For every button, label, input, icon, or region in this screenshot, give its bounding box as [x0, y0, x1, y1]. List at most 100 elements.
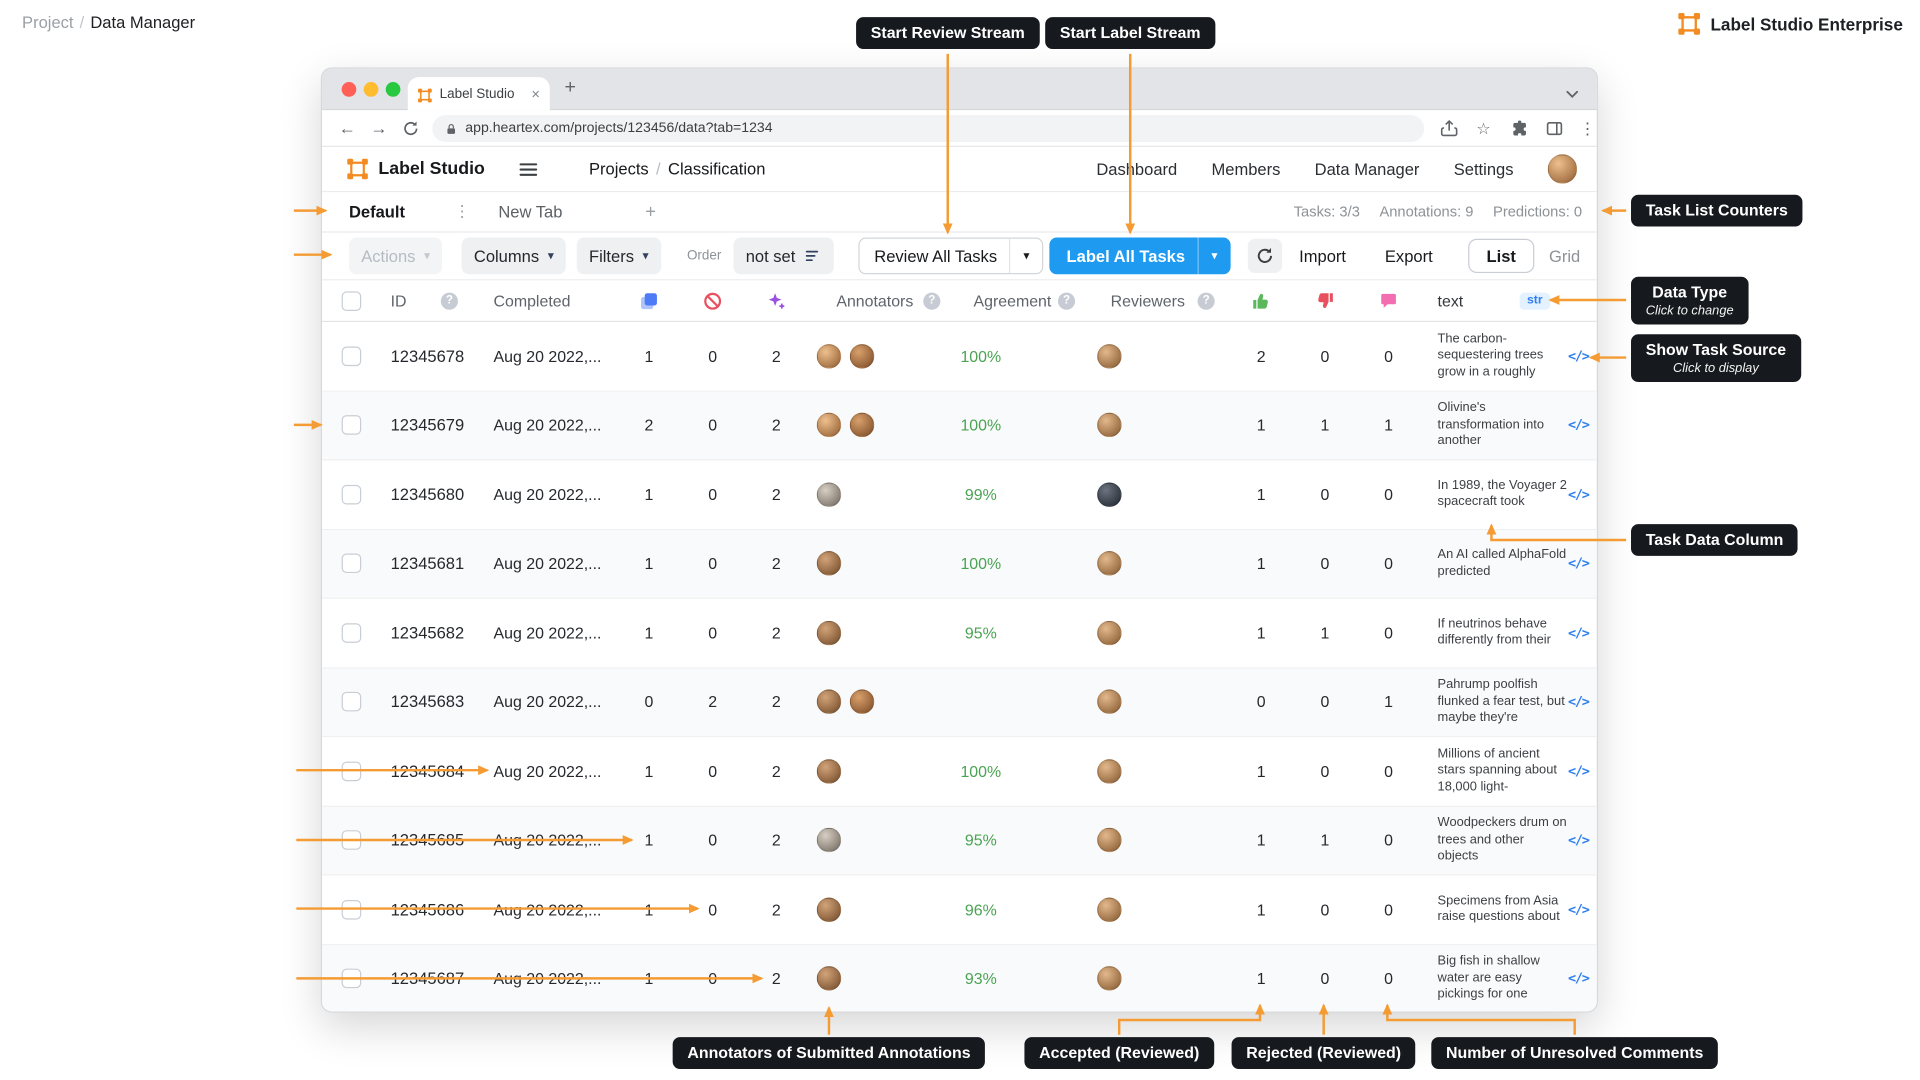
annotator-avatar[interactable] [817, 344, 841, 368]
row-checkbox[interactable] [342, 831, 362, 851]
rejected-thumb-down-icon[interactable] [1315, 291, 1335, 311]
columns-dropdown[interactable]: Columns [462, 238, 566, 275]
annotator-avatar[interactable] [817, 897, 841, 921]
share-icon[interactable] [1440, 119, 1458, 137]
row-checkbox[interactable] [342, 692, 362, 712]
label-all-tasks-button[interactable]: Label All Tasks [1049, 238, 1230, 275]
show-source-icon[interactable]: </> [1568, 694, 1589, 710]
zoom-window-button[interactable] [386, 82, 401, 97]
hamburger-menu-icon[interactable] [518, 159, 539, 180]
breadcrumb-project[interactable]: Project [22, 13, 73, 31]
annotator-avatar[interactable] [850, 690, 874, 714]
annotator-avatar[interactable] [817, 759, 841, 783]
extensions-icon[interactable] [1511, 119, 1529, 137]
col-header-annotators[interactable]: Annotators [836, 291, 913, 309]
refresh-button[interactable] [1248, 239, 1282, 273]
data-type-badge[interactable]: str [1520, 292, 1550, 309]
reviewer-avatar[interactable] [1097, 828, 1121, 852]
annotator-avatar[interactable] [850, 344, 874, 368]
filters-dropdown[interactable]: Filters [577, 238, 661, 275]
annotator-avatar[interactable] [817, 621, 841, 645]
annotator-avatar[interactable] [850, 413, 874, 437]
annotator-avatar[interactable] [817, 551, 841, 575]
show-source-icon[interactable]: </> [1568, 971, 1589, 987]
nav-dashboard[interactable]: Dashboard [1096, 160, 1177, 178]
show-source-icon[interactable]: </> [1568, 556, 1589, 572]
row-checkbox[interactable] [342, 415, 362, 435]
select-all-checkbox[interactable] [342, 291, 362, 311]
review-all-tasks-button[interactable]: Review All Tasks [858, 238, 1043, 275]
annotator-avatar[interactable] [817, 690, 841, 714]
bookmark-star-icon[interactable] [1474, 119, 1492, 137]
annotations-count-icon[interactable] [639, 291, 659, 311]
table-row[interactable]: 12345686Aug 20 2022,...10296%100Specimen… [322, 876, 1597, 945]
table-row[interactable]: 12345685Aug 20 2022,...10295%110Woodpeck… [322, 806, 1597, 875]
nav-data-manager[interactable]: Data Manager [1315, 160, 1420, 178]
table-row[interactable]: 12345683Aug 20 2022,...022001Pahrump poo… [322, 668, 1597, 737]
list-view-button[interactable]: List [1468, 239, 1534, 273]
import-button[interactable]: Import [1289, 238, 1355, 275]
help-icon[interactable] [441, 292, 458, 309]
breadcrumb-projects-link[interactable]: Projects [589, 160, 649, 178]
reviewer-avatar[interactable] [1097, 759, 1121, 783]
grid-view-button[interactable]: Grid [1539, 247, 1590, 265]
tab-options-kebab-icon[interactable] [454, 202, 470, 222]
ordering-button[interactable]: not set [733, 238, 833, 275]
close-window-button[interactable] [342, 82, 357, 97]
reviewer-avatar[interactable] [1097, 344, 1121, 368]
nav-settings[interactable]: Settings [1454, 160, 1514, 178]
reviewer-avatar[interactable] [1097, 966, 1121, 990]
close-tab-icon[interactable] [531, 86, 540, 101]
table-row[interactable]: 12345687Aug 20 2022,...10293%100Big fish… [322, 945, 1597, 1013]
export-button[interactable]: Export [1375, 238, 1442, 275]
col-header-agreement[interactable]: Agreement [973, 291, 1051, 309]
reviewer-avatar[interactable] [1097, 621, 1121, 645]
side-panel-icon[interactable] [1545, 119, 1563, 137]
back-icon[interactable] [338, 119, 356, 137]
browser-tab[interactable]: Label Studio [408, 77, 550, 110]
annotator-avatar[interactable] [817, 828, 841, 852]
show-source-icon[interactable]: </> [1568, 348, 1589, 364]
browser-menu-icon[interactable] [1578, 119, 1596, 137]
row-checkbox[interactable] [342, 485, 362, 505]
comments-icon[interactable] [1379, 291, 1399, 311]
reviewer-avatar[interactable] [1097, 897, 1121, 921]
annotator-avatar[interactable] [817, 482, 841, 506]
add-tab-button[interactable] [645, 201, 656, 222]
help-icon[interactable] [1058, 292, 1075, 309]
predictions-count-icon[interactable] [767, 291, 787, 311]
forward-icon[interactable] [370, 119, 388, 137]
row-checkbox[interactable] [342, 761, 362, 781]
annotator-avatar[interactable] [817, 413, 841, 437]
table-row[interactable]: 12345682Aug 20 2022,...10295%110If neutr… [322, 599, 1597, 668]
minimize-window-button[interactable] [364, 82, 379, 97]
reviewer-avatar[interactable] [1097, 551, 1121, 575]
tab-new-tab[interactable]: New Tab [498, 203, 562, 221]
user-avatar[interactable] [1548, 154, 1577, 183]
help-icon[interactable] [1198, 292, 1215, 309]
table-row[interactable]: 12345680Aug 20 2022,...10299%100In 1989,… [322, 460, 1597, 529]
show-source-icon[interactable]: </> [1568, 625, 1589, 641]
show-source-icon[interactable]: </> [1568, 763, 1589, 779]
table-row[interactable]: 12345684Aug 20 2022,...102100%100Million… [322, 737, 1597, 806]
col-header-completed[interactable]: Completed [493, 291, 570, 309]
show-source-icon[interactable]: </> [1568, 417, 1589, 433]
show-source-icon[interactable]: </> [1568, 832, 1589, 848]
table-row[interactable]: 12345678Aug 20 2022,...102100%200The car… [322, 322, 1597, 391]
help-icon[interactable] [923, 292, 940, 309]
accepted-thumb-up-icon[interactable] [1251, 291, 1271, 311]
row-checkbox[interactable] [342, 900, 362, 920]
reviewer-avatar[interactable] [1097, 413, 1121, 437]
col-header-id[interactable]: ID [391, 291, 407, 309]
table-row[interactable]: 12345681Aug 20 2022,...102100%100An AI c… [322, 530, 1597, 599]
reviewer-avatar[interactable] [1097, 482, 1121, 506]
actions-dropdown[interactable]: Actions [349, 238, 442, 275]
chevron-down-icon[interactable] [1199, 249, 1231, 262]
nav-members[interactable]: Members [1211, 160, 1280, 178]
reviewer-avatar[interactable] [1097, 690, 1121, 714]
row-checkbox[interactable] [342, 969, 362, 989]
table-row[interactable]: 12345679Aug 20 2022,...202100%111Olivine… [322, 391, 1597, 460]
skipped-annotations-icon[interactable] [703, 291, 723, 311]
col-header-reviewers[interactable]: Reviewers [1111, 291, 1185, 309]
col-header-text[interactable]: text [1438, 291, 1464, 309]
